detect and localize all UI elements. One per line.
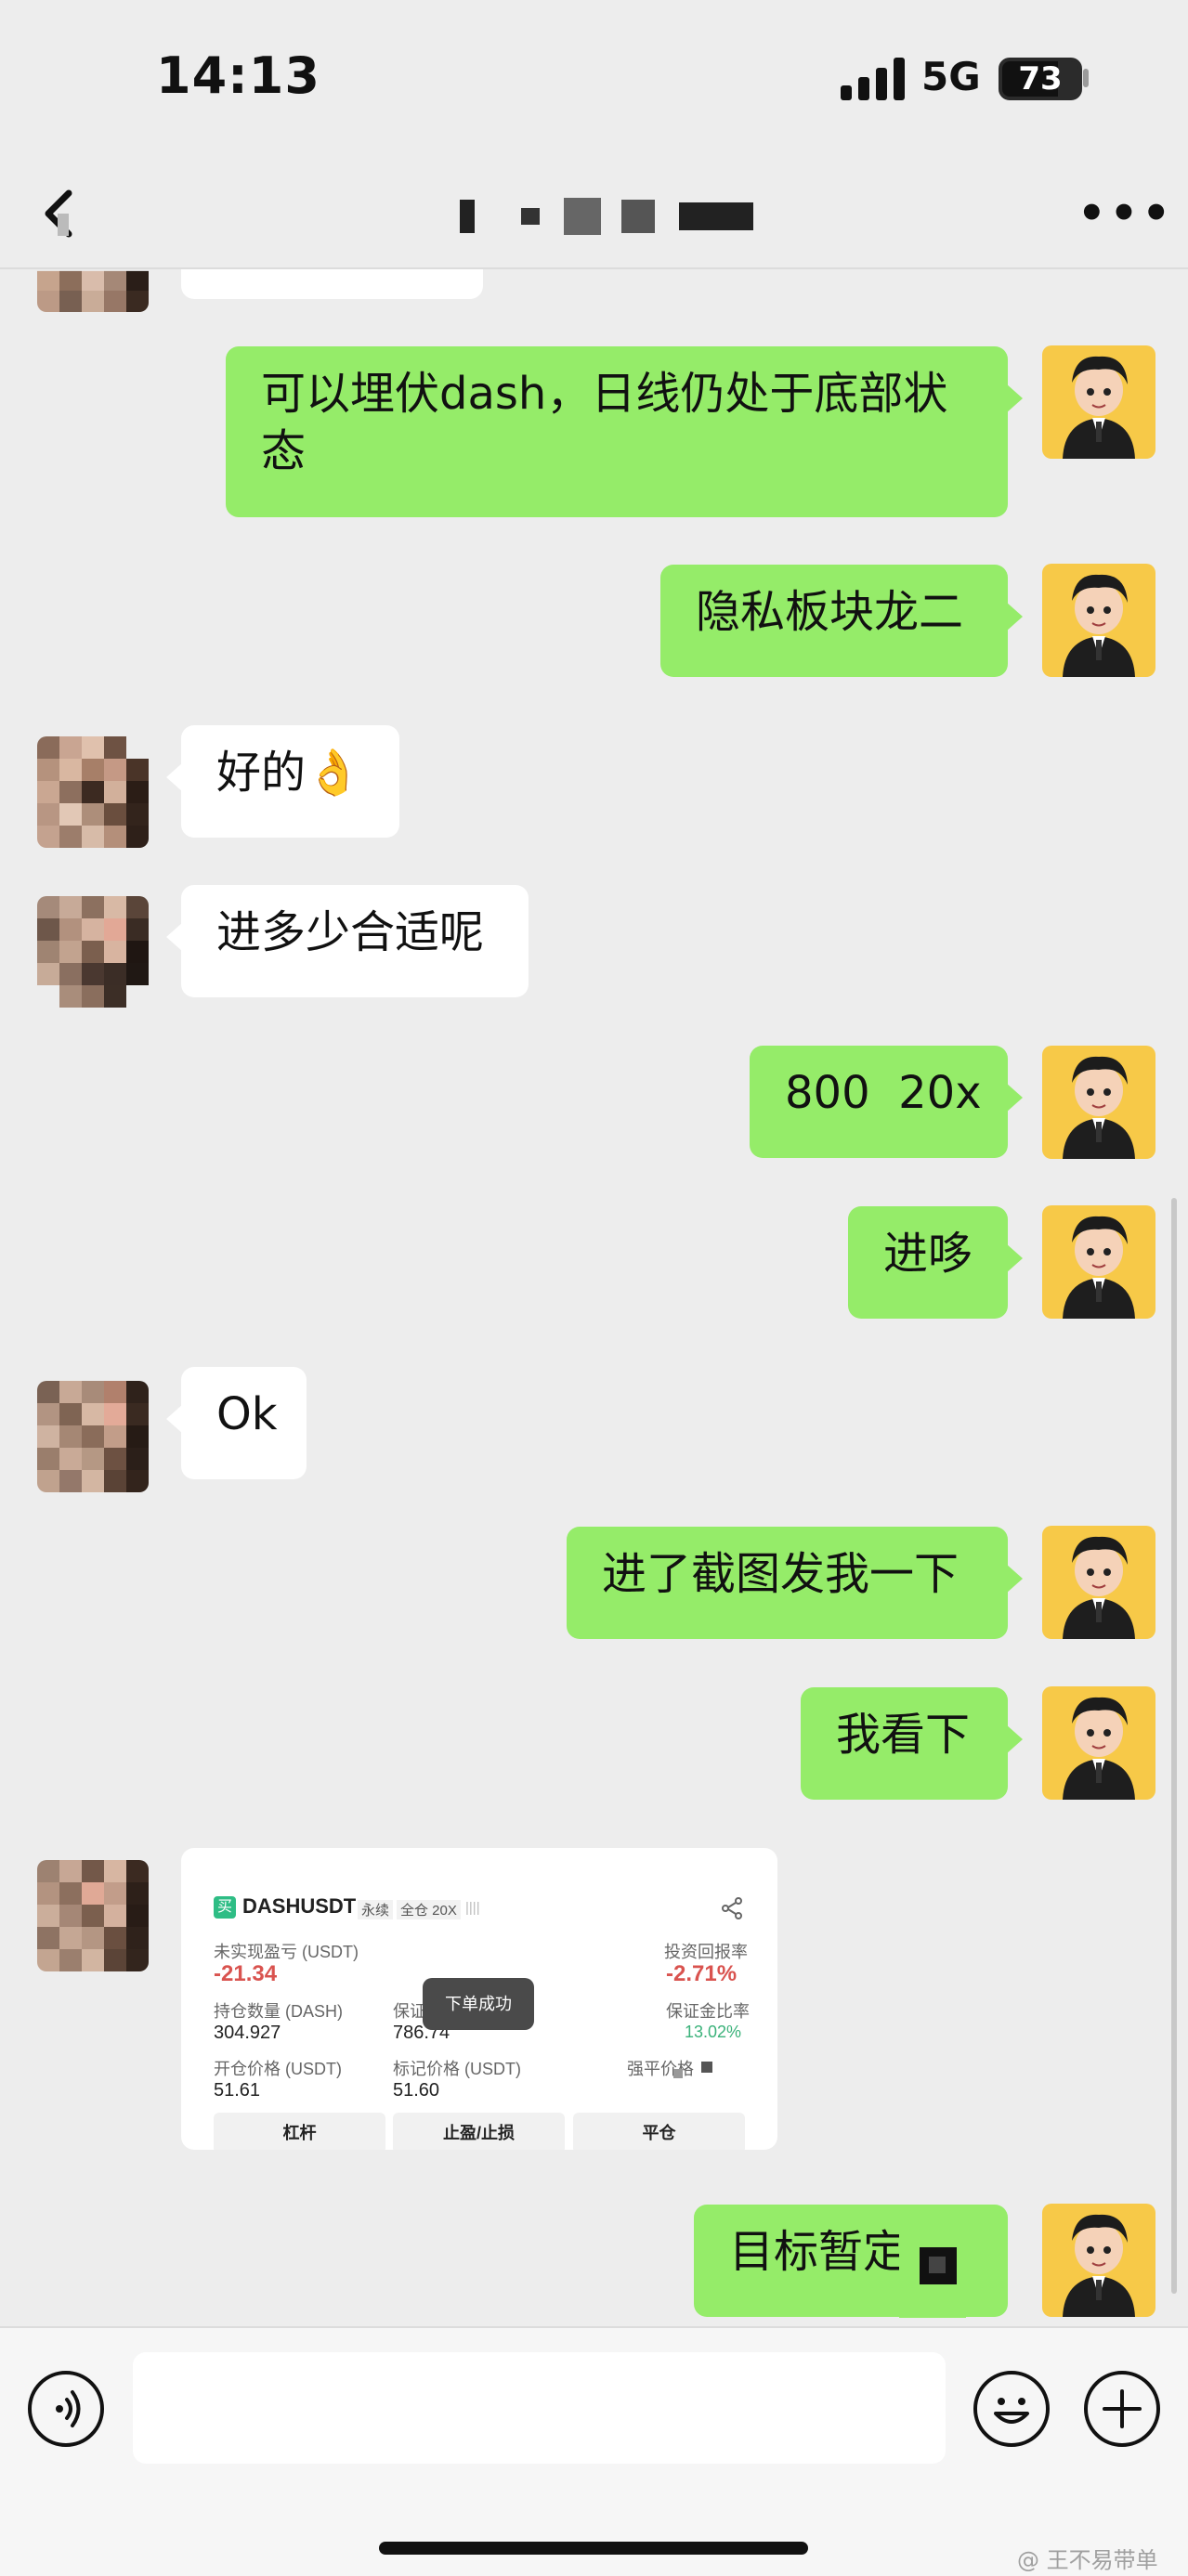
- share-icon[interactable]: [720, 1896, 744, 1920]
- message-text: 进多少合适呢: [216, 906, 485, 958]
- message-input[interactable]: [133, 2352, 946, 2464]
- plus-icon[interactable]: [1084, 2371, 1160, 2447]
- symbol: DASHUSDT: [242, 1894, 357, 1918]
- mark-price-label: 标记价格 (USDT): [393, 2060, 521, 2078]
- more-icon[interactable]: •••: [1077, 191, 1174, 236]
- message-text: 800 20x: [785, 1067, 982, 1119]
- emoji-icon[interactable]: [973, 2371, 1050, 2447]
- leverage-bars-icon: ||||: [465, 1900, 480, 1916]
- message-bubble[interactable]: 进哆: [848, 1206, 1023, 1319]
- tp-sl-button[interactable]: 止盈/止损: [393, 2113, 565, 2150]
- message-text: Ok: [216, 1388, 278, 1440]
- message-bubble[interactable]: Ok: [166, 1367, 307, 1479]
- contact-avatar[interactable]: [37, 1860, 149, 1971]
- watermark: @ 王不易带单: [1017, 2547, 1158, 2573]
- chat-header: •••: [0, 158, 1188, 269]
- message-text: 好的👌: [216, 747, 361, 799]
- network-label: 5G: [921, 54, 981, 99]
- message-bubble[interactable]: 进多少合适呢: [166, 885, 529, 997]
- contact-avatar[interactable]: [37, 896, 149, 1008]
- tag-margin: 全仓 20X: [397, 1900, 461, 1919]
- voice-icon[interactable]: [28, 2371, 104, 2447]
- message-text: 可以埋伏dash，日线仍处于底部状态: [261, 368, 948, 477]
- self-avatar[interactable]: [1042, 1205, 1155, 1319]
- leverage-button[interactable]: 杠杆: [214, 2113, 385, 2150]
- contact-avatar[interactable]: [37, 1381, 149, 1492]
- redaction-mosaic: [673, 2069, 683, 2078]
- message-bubble[interactable]: 800 20x: [750, 1046, 1023, 1158]
- image-message-trade-screenshot[interactable]: 买 DASHUSDT 永续 全仓 20X |||| 未实现盈亏 (USDT) -…: [181, 1848, 777, 2150]
- contact-avatar[interactable]: [37, 736, 149, 848]
- self-avatar[interactable]: [1042, 2204, 1155, 2317]
- self-avatar[interactable]: [1042, 345, 1155, 459]
- self-avatar[interactable]: [1042, 1046, 1155, 1159]
- message-text: 进了截图发我一下: [602, 1548, 960, 1600]
- message-bubble[interactable]: 进了截图发我一下: [567, 1527, 1023, 1639]
- roi-label: 投资回报率: [664, 1943, 748, 1961]
- message-text: 进哆: [883, 1228, 973, 1280]
- redaction-mosaic: [929, 2257, 946, 2273]
- message-text: 目标暂定: [729, 2226, 908, 2278]
- liq-price-label: 强平价格: [627, 2060, 694, 2078]
- message-bubble[interactable]: 好的👌: [166, 725, 399, 838]
- message-bubble-partial[interactable]: [181, 269, 483, 299]
- unrealized-pnl-label: 未实现盈亏 (USDT): [214, 1943, 359, 1961]
- entry-price-value: 51.61: [214, 2080, 261, 2101]
- message-bubble[interactable]: 可以埋伏dash，日线仍处于底部状态: [226, 346, 1023, 517]
- status-time: 14:13: [156, 46, 320, 105]
- message-text: 我看下: [836, 1709, 971, 1761]
- close-position-button[interactable]: 平仓: [573, 2113, 745, 2150]
- scrollbar[interactable]: [1171, 1198, 1177, 2294]
- chat-title-redacted: [460, 197, 753, 236]
- battery-icon: 73: [999, 58, 1082, 100]
- battery-level: 73: [1018, 60, 1063, 98]
- self-avatar[interactable]: [1042, 1686, 1155, 1800]
- input-bar: @ 王不易带单: [0, 2326, 1188, 2576]
- tag-perpetual: 永续: [358, 1900, 394, 1919]
- unrealized-pnl-value: -21.34: [214, 1961, 278, 1986]
- position-label: 持仓数量 (DASH): [214, 2002, 343, 2021]
- toast-order-success: 下单成功: [423, 1978, 534, 2030]
- battery-cap: [1083, 69, 1089, 87]
- status-bar: 14:13 5G 73: [0, 0, 1188, 158]
- self-avatar[interactable]: [1042, 1526, 1155, 1639]
- home-indicator[interactable]: [379, 2542, 808, 2555]
- entry-price-label: 开仓价格 (USDT): [214, 2060, 342, 2078]
- message-bubble[interactable]: 我看下: [801, 1687, 1023, 1800]
- margin-ratio-value: 13.02%: [685, 2023, 742, 2041]
- message-text: 隐私板块龙二: [696, 586, 964, 638]
- margin-label: 保证: [393, 2002, 426, 2021]
- self-avatar[interactable]: [1042, 564, 1155, 677]
- buy-badge: 买: [214, 1896, 236, 1919]
- margin-ratio-label: 保证金比率: [666, 2002, 750, 2021]
- signal-icon: [841, 58, 905, 100]
- roi-value: -2.71%: [666, 1961, 738, 1986]
- position-value: 304.927: [214, 2023, 281, 2043]
- redaction-mosaic: [701, 2062, 712, 2073]
- mark-price-value: 51.60: [393, 2080, 440, 2101]
- back-icon[interactable]: [37, 186, 84, 241]
- message-bubble[interactable]: 隐私板块龙二: [660, 565, 1023, 677]
